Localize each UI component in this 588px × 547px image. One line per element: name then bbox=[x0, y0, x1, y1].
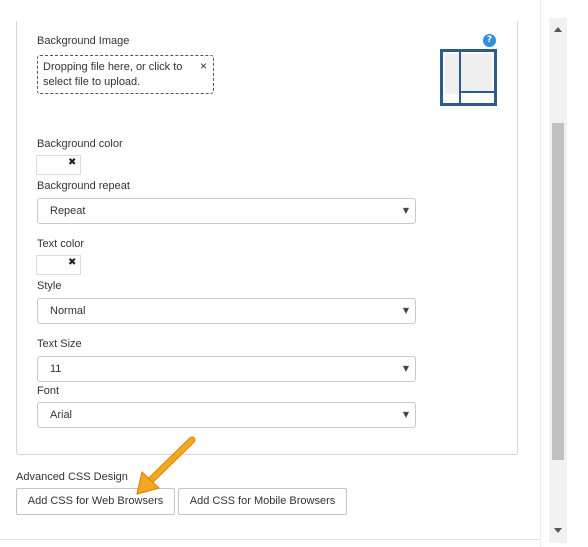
text-size-select[interactable]: 11 ▼ bbox=[37, 356, 416, 382]
text-size-label: Text Size bbox=[37, 338, 82, 350]
file-dropzone[interactable]: Dropping file here, or click to select f… bbox=[37, 55, 214, 94]
scroll-down-icon[interactable] bbox=[554, 528, 562, 533]
background-color-label: Background color bbox=[37, 138, 123, 150]
style-select[interactable]: Normal ▼ bbox=[37, 298, 416, 324]
chevron-down-icon: ▼ bbox=[402, 306, 409, 315]
annotation-arrow-icon bbox=[136, 436, 196, 495]
style-label: Style bbox=[37, 280, 62, 292]
chevron-down-icon: ▼ bbox=[402, 206, 409, 215]
background-repeat-select[interactable]: Repeat ▼ bbox=[37, 198, 416, 224]
text-color-label: Text color bbox=[37, 238, 85, 250]
advanced-css-label: Advanced CSS Design bbox=[16, 471, 128, 483]
background-repeat-label: Background repeat bbox=[37, 180, 130, 192]
font-select[interactable]: Arial ▼ bbox=[37, 402, 416, 428]
clear-file-icon[interactable]: × bbox=[200, 59, 207, 74]
vertical-scrollbar[interactable] bbox=[549, 18, 567, 543]
scroll-up-icon[interactable] bbox=[554, 27, 562, 32]
scrollbar-thumb[interactable] bbox=[552, 123, 564, 460]
text-color-swatch[interactable]: ✖ bbox=[36, 255, 81, 275]
layout-thumbnail-icon[interactable] bbox=[440, 49, 497, 106]
help-icon[interactable]: ? bbox=[483, 34, 496, 47]
clear-color-icon[interactable]: ✖ bbox=[68, 157, 76, 168]
background-repeat-value: Repeat bbox=[50, 205, 86, 217]
font-value: Arial bbox=[50, 409, 73, 421]
chevron-down-icon: ▼ bbox=[402, 364, 409, 373]
font-label: Font bbox=[37, 385, 60, 397]
vertical-divider bbox=[540, 0, 541, 547]
chevron-down-icon: ▼ bbox=[402, 410, 409, 419]
bottom-divider bbox=[0, 539, 540, 540]
style-value: Normal bbox=[50, 305, 86, 317]
text-size-value: 11 bbox=[50, 363, 62, 375]
dropzone-text: Dropping file here, or click to select f… bbox=[43, 61, 183, 88]
clear-color-icon[interactable]: ✖ bbox=[68, 257, 76, 268]
background-color-swatch[interactable]: ✖ bbox=[36, 155, 81, 175]
background-image-label: Background Image bbox=[37, 35, 130, 47]
